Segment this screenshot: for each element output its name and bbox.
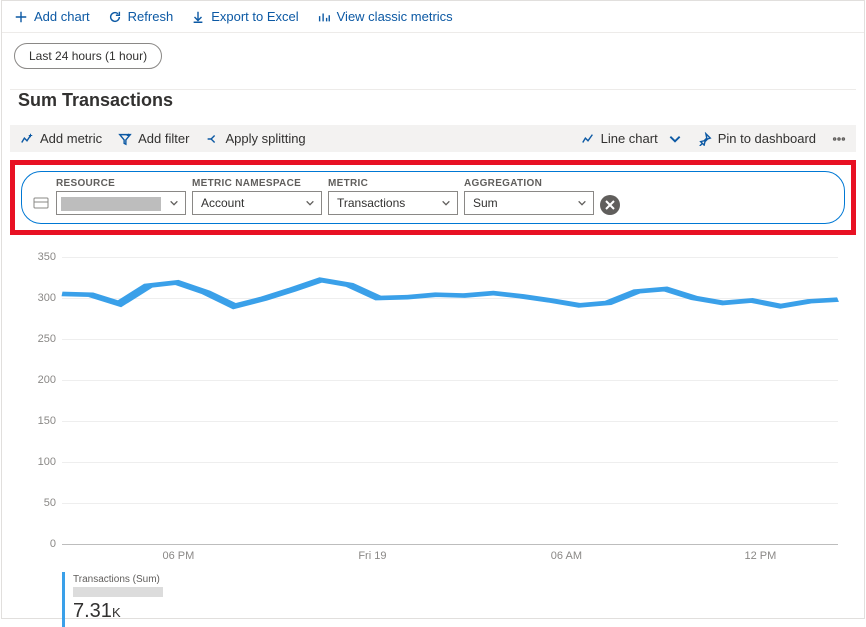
download-icon <box>191 10 205 24</box>
add-filter-label: Add filter <box>138 131 189 146</box>
y-tick-label: 350 <box>26 251 56 263</box>
aggregation-label: AGGREGATION <box>464 178 594 189</box>
chart-series <box>62 257 838 544</box>
apply-splitting-button[interactable]: Apply splitting <box>205 131 305 146</box>
line-chart: 050100150200250300350 06 PMFri 1906 AM12… <box>26 257 844 562</box>
pin-dashboard-button[interactable]: Pin to dashboard <box>698 131 816 146</box>
add-metric-label: Add metric <box>40 131 102 146</box>
add-metric-button[interactable]: Add metric <box>20 131 102 146</box>
aggregation-value: Sum <box>473 196 498 210</box>
namespace-dropdown[interactable]: Account <box>192 191 322 215</box>
pin-label: Pin to dashboard <box>718 131 816 146</box>
metric-dropdown[interactable]: Transactions <box>328 191 458 215</box>
export-excel-button[interactable]: Export to Excel <box>191 9 298 24</box>
x-tick-label: 06 AM <box>551 550 582 562</box>
metric-icon <box>20 132 34 146</box>
resource-label: RESOURCE <box>56 178 186 189</box>
time-range-bar: Last 24 hours (1 hour) <box>2 33 864 89</box>
split-icon <box>205 132 219 146</box>
namespace-value: Account <box>201 196 244 210</box>
pin-icon <box>698 132 712 146</box>
scope-icon <box>32 194 50 215</box>
view-classic-metrics-button[interactable]: View classic metrics <box>317 9 453 24</box>
resource-dropdown[interactable] <box>56 191 186 215</box>
metric-selector-highlight: RESOURCE METRIC NAMESPACE Account METRIC… <box>10 160 856 235</box>
y-tick-label: 50 <box>26 497 56 509</box>
refresh-icon <box>108 10 122 24</box>
chevron-down-icon <box>305 198 315 208</box>
bar-chart-icon <box>317 10 331 24</box>
more-button[interactable] <box>832 132 846 146</box>
filter-icon <box>118 132 132 146</box>
add-chart-button[interactable]: Add chart <box>14 9 90 24</box>
chevron-down-icon <box>668 132 682 146</box>
y-tick-label: 300 <box>26 292 56 304</box>
more-horizontal-icon <box>832 132 846 146</box>
metric-value: Transactions <box>337 196 405 210</box>
x-tick-label: 12 PM <box>744 550 776 562</box>
plus-icon <box>14 10 28 24</box>
export-label: Export to Excel <box>211 9 298 24</box>
metric-selector-pill: RESOURCE METRIC NAMESPACE Account METRIC… <box>21 171 845 224</box>
chart-title: Sum Transactions <box>2 90 864 121</box>
aggregation-dropdown[interactable]: Sum <box>464 191 594 215</box>
y-tick-label: 200 <box>26 374 56 386</box>
x-tick-label: 06 PM <box>162 550 194 562</box>
y-tick-label: 0 <box>26 538 56 550</box>
summary-resource-redacted <box>73 587 163 597</box>
chevron-down-icon <box>441 198 451 208</box>
chevron-down-icon <box>577 198 587 208</box>
close-icon <box>605 200 615 210</box>
apply-splitting-label: Apply splitting <box>225 131 305 146</box>
y-tick-label: 150 <box>26 415 56 427</box>
chevron-down-icon <box>169 198 179 208</box>
classic-label: View classic metrics <box>337 9 453 24</box>
remove-metric-button[interactable] <box>600 195 620 215</box>
y-tick-label: 250 <box>26 333 56 345</box>
time-range-pill[interactable]: Last 24 hours (1 hour) <box>14 43 162 69</box>
add-chart-label: Add chart <box>34 9 90 24</box>
top-command-bar: Add chart Refresh Export to Excel View c… <box>2 1 864 33</box>
refresh-label: Refresh <box>128 9 174 24</box>
x-tick-label: Fri 19 <box>358 550 386 562</box>
chart-type-dropdown[interactable]: Line chart <box>581 131 682 146</box>
refresh-button[interactable]: Refresh <box>108 9 174 24</box>
metric-label: METRIC <box>328 178 458 189</box>
line-chart-icon <box>581 132 595 146</box>
chart-type-label: Line chart <box>601 131 658 146</box>
chart-toolbar: Add metric Add filter Apply splitting Li… <box>10 125 856 152</box>
summary-label: Transactions (Sum) <box>73 574 163 585</box>
namespace-label: METRIC NAMESPACE <box>192 178 322 189</box>
summary-value: 7.31K <box>73 600 163 623</box>
y-tick-label: 100 <box>26 456 56 468</box>
add-filter-button[interactable]: Add filter <box>118 131 189 146</box>
metric-summary-card: Transactions (Sum) 7.31K <box>62 572 171 627</box>
